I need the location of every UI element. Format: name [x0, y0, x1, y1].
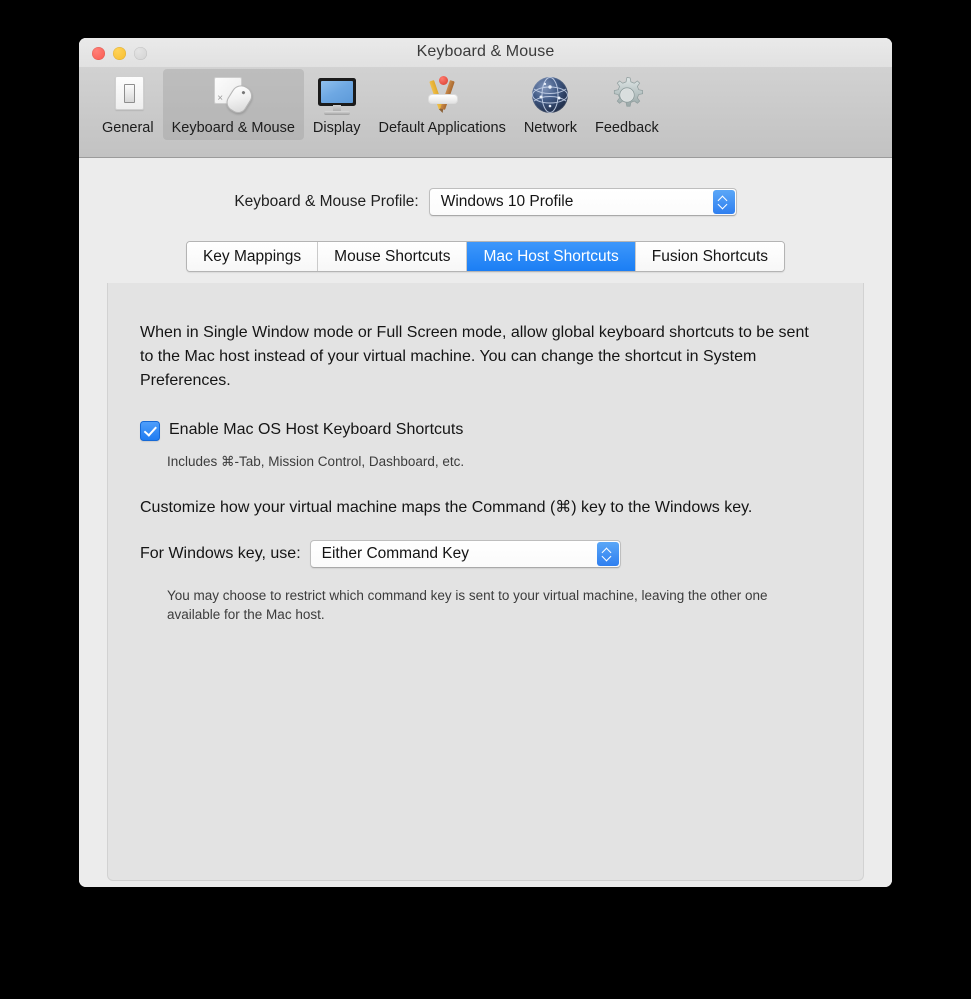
- profile-row: Keyboard & Mouse Profile: Windows 10 Pro…: [79, 188, 892, 216]
- enable-host-shortcuts-checkbox[interactable]: [140, 421, 160, 441]
- windows-key-hint: You may choose to restrict which command…: [167, 588, 768, 622]
- default-applications-icon: [420, 73, 464, 117]
- customize-text: Customize how your virtual machine maps …: [140, 499, 753, 516]
- toolbar-item-general[interactable]: General: [93, 69, 163, 140]
- toolbar-item-feedback[interactable]: Feedback: [586, 69, 668, 140]
- toolbar-item-label: Feedback: [595, 120, 659, 136]
- toolbar-item-label: Network: [523, 120, 578, 136]
- windows-key-dropdown[interactable]: Either Command Key: [309, 540, 621, 568]
- display-monitor-icon: [315, 73, 359, 117]
- window-titlebar: Keyboard & Mouse General Keyboard & Mous…: [79, 38, 892, 158]
- windows-key-dropdown-stepper[interactable]: [596, 542, 619, 566]
- profile-dropdown-value: Windows 10 Profile: [440, 193, 574, 210]
- enable-host-shortcuts-label: Enable Mac OS Host Keyboard Shortcuts: [169, 421, 464, 438]
- profile-dropdown[interactable]: Windows 10 Profile: [428, 188, 737, 216]
- close-button[interactable]: [92, 47, 105, 60]
- window-controls: [92, 47, 147, 60]
- toolbar-item-label: Default Applications: [378, 120, 506, 136]
- profile-label: Keyboard & Mouse Profile:: [234, 193, 419, 210]
- toolbar-item-display[interactable]: Display: [304, 69, 370, 140]
- toolbar-item-default-applications[interactable]: Default Applications: [369, 69, 514, 140]
- window-title: Keyboard & Mouse: [416, 43, 555, 60]
- preferences-window: Keyboard & Mouse General Keyboard & Mous…: [79, 38, 892, 887]
- zoom-button[interactable]: [134, 47, 147, 60]
- minimize-button[interactable]: [113, 47, 126, 60]
- toolbar-item-keyboard-mouse[interactable]: Keyboard & Mouse: [162, 69, 304, 140]
- windows-key-row: For Windows key, use: Either Command Key: [140, 540, 831, 568]
- tab-mac-host-shortcuts[interactable]: Mac Host Shortcuts: [467, 242, 636, 271]
- network-globe-icon: [528, 73, 572, 117]
- light-switch-icon: [106, 73, 150, 117]
- toolbar: General Keyboard & Mouse Display: [79, 67, 892, 157]
- tab-bar: Key Mappings Mouse Shortcuts Mac Host Sh…: [79, 241, 892, 272]
- window-body: Keyboard & Mouse Profile: Windows 10 Pro…: [79, 158, 892, 887]
- profile-dropdown-stepper[interactable]: [712, 190, 735, 214]
- toolbar-item-label: Display: [312, 120, 361, 136]
- tab-fusion-shortcuts[interactable]: Fusion Shortcuts: [635, 242, 785, 271]
- toolbar-item-label: General: [102, 120, 154, 136]
- enable-host-shortcuts-hint: Includes ⌘-Tab, Mission Control, Dashboa…: [167, 454, 465, 469]
- keyboard-mouse-icon: [211, 73, 257, 117]
- chevron-down-icon: [603, 554, 612, 560]
- windows-key-label: For Windows key, use:: [140, 545, 301, 562]
- chevron-down-icon: [719, 202, 728, 208]
- tab-key-mappings[interactable]: Key Mappings: [186, 242, 319, 271]
- windows-key-dropdown-value: Either Command Key: [321, 545, 469, 562]
- screenshot-root: Keyboard & Mouse General Keyboard & Mous…: [0, 0, 971, 999]
- enable-host-shortcuts-row[interactable]: Enable Mac OS Host Keyboard Shortcuts: [140, 419, 831, 441]
- tab-mouse-shortcuts[interactable]: Mouse Shortcuts: [318, 242, 468, 271]
- tab-content-panel: When in Single Window mode or Full Scree…: [107, 283, 864, 881]
- intro-text: When in Single Window mode or Full Scree…: [140, 324, 809, 389]
- toolbar-item-network[interactable]: Network: [515, 69, 586, 140]
- toolbar-item-label: Keyboard & Mouse: [171, 120, 295, 136]
- gear-icon: [605, 73, 649, 117]
